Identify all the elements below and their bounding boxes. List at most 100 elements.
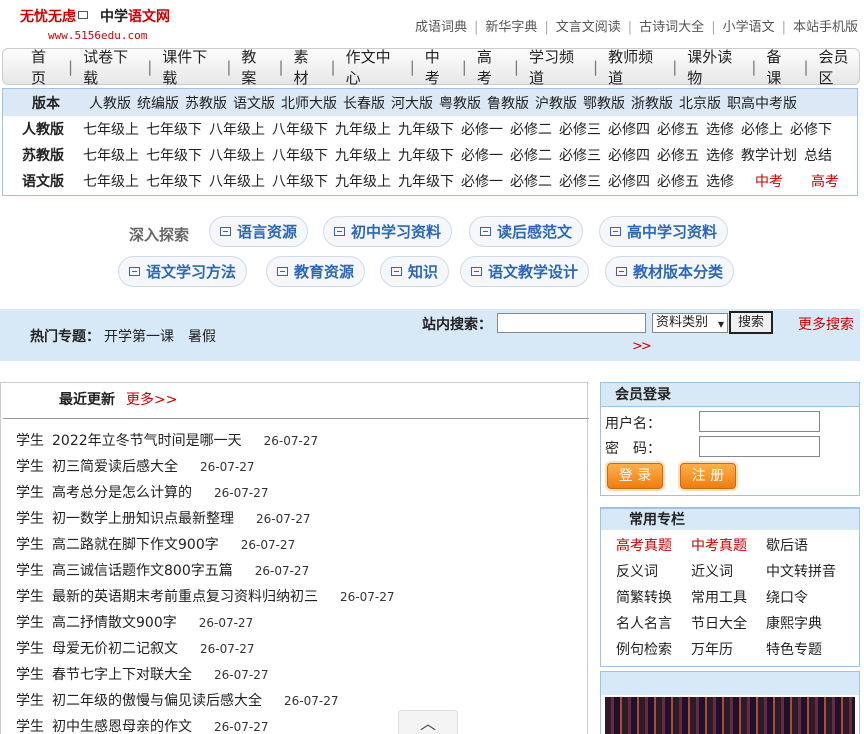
search-input[interactable] xyxy=(497,313,646,333)
grade-link[interactable]: 八年级下 xyxy=(272,145,328,165)
nav-item[interactable]: 教案 xyxy=(241,46,268,88)
more-search-link[interactable]: 更多搜索 xyxy=(798,314,854,334)
item-tag[interactable]: 学生 xyxy=(16,433,44,449)
grade-link[interactable]: 选修 xyxy=(706,145,734,165)
list-item[interactable]: 学生 春节七字上下对联大全 26-07-27 xyxy=(16,664,576,690)
top-link[interactable]: 成语词典 xyxy=(415,20,467,35)
tool-link[interactable]: 名人名言 xyxy=(616,613,672,633)
version-link[interactable]: 粤教版 xyxy=(439,93,481,113)
grade-link[interactable]: 必修二 xyxy=(510,119,552,139)
list-item[interactable]: 学生 初一数学上册知识点最新整理 26-07-27 xyxy=(16,508,576,534)
item-tag[interactable]: 学生 xyxy=(16,615,44,631)
grade-link[interactable]: 必修四 xyxy=(608,171,650,191)
version-link[interactable]: 长春版 xyxy=(343,93,385,113)
ad-image[interactable] xyxy=(605,697,855,734)
grade-link[interactable]: 必修三 xyxy=(559,119,601,139)
version-link[interactable]: 人教版 xyxy=(89,93,131,113)
nav-item[interactable]: 会员区 xyxy=(819,46,860,88)
version-link[interactable]: 鲁教版 xyxy=(487,93,529,113)
grade-link[interactable]: 必修上 xyxy=(741,119,783,139)
grade-link[interactable]: 八年级下 xyxy=(272,119,328,139)
grade-link[interactable]: 必修一 xyxy=(461,119,503,139)
item-tag[interactable]: 学生 xyxy=(16,459,44,475)
grade-link[interactable]: 必修下 xyxy=(790,119,832,139)
explore-pill[interactable]: 初中学习资料 xyxy=(323,216,453,247)
nav-item[interactable]: 作文中心 xyxy=(346,46,400,88)
list-item[interactable]: 学生 高二抒情散文900字 26-07-27 xyxy=(16,612,576,638)
grade-link[interactable]: 九年级上 xyxy=(335,145,391,165)
grade-link[interactable]: 七年级上 xyxy=(83,119,139,139)
list-item[interactable]: 学生 高三诚信话题作文800字五篇 26-07-27 xyxy=(16,560,576,586)
version-link[interactable]: 浙教版 xyxy=(631,93,673,113)
list-item[interactable]: 学生 高二路就在脚下作文900字 26-07-27 xyxy=(16,534,576,560)
item-tag[interactable]: 学生 xyxy=(16,667,44,683)
version-link[interactable]: 鄂教版 xyxy=(583,93,625,113)
grade-link[interactable]: 必修五 xyxy=(657,171,699,191)
tool-link[interactable]: 中文转拼音 xyxy=(766,561,836,581)
item-title[interactable]: 2022年立冬节气时间是哪一天 xyxy=(52,433,242,449)
tool-link[interactable]: 绕口令 xyxy=(766,587,808,607)
grade-link[interactable]: 教学计划 xyxy=(741,145,797,165)
tool-link[interactable]: 歇后语 xyxy=(766,535,808,555)
list-item[interactable]: 学生 最新的英语期末考前重点复习资料归纳初三 26-07-27 xyxy=(16,586,576,612)
explore-pill[interactable]: 教育资源 xyxy=(266,256,366,287)
item-tag[interactable]: 学生 xyxy=(16,589,44,605)
nav-item[interactable]: 教师频道 xyxy=(608,46,662,88)
tool-link[interactable]: 康熙字典 xyxy=(766,613,822,633)
nav-item[interactable]: 课件下载 xyxy=(162,46,216,88)
grade-link[interactable]: 必修一 xyxy=(461,145,503,165)
tool-link[interactable]: 常用工具 xyxy=(691,587,747,607)
grade-link[interactable]: 必修三 xyxy=(559,145,601,165)
grade-link[interactable]: 九年级下 xyxy=(398,119,454,139)
tool-link[interactable]: 特色专题 xyxy=(766,639,822,659)
grade-link[interactable]: 七年级下 xyxy=(146,145,202,165)
grade-link[interactable]: 必修四 xyxy=(608,119,650,139)
top-link[interactable]: 新华字典 xyxy=(485,20,537,35)
nav-item[interactable]: 中考 xyxy=(425,46,452,88)
hot-topic-link[interactable]: 暑假 xyxy=(188,329,216,345)
version-link[interactable]: 河大版 xyxy=(391,93,433,113)
tool-link[interactable]: 反义词 xyxy=(616,561,658,581)
explore-pill[interactable]: 语言资源 xyxy=(209,216,309,247)
grade-link[interactable]: 九年级上 xyxy=(335,171,391,191)
exam-link[interactable]: 高考 xyxy=(811,171,839,191)
item-title[interactable]: 母爱无价初二记叙文 xyxy=(52,641,178,657)
tool-link[interactable]: 节日大全 xyxy=(691,613,747,633)
top-link[interactable]: 文言文阅读 xyxy=(556,20,621,35)
item-title[interactable]: 最新的英语期末考前重点复习资料归纳初三 xyxy=(52,589,318,605)
grade-link[interactable]: 八年级上 xyxy=(209,145,265,165)
nav-item[interactable]: 试卷下载 xyxy=(83,46,137,88)
version-link[interactable]: 苏教版 xyxy=(185,93,227,113)
nav-item[interactable]: 学习频道 xyxy=(529,46,583,88)
nav-item[interactable]: 备课 xyxy=(766,46,793,88)
grade-link[interactable]: 八年级上 xyxy=(209,171,265,191)
list-item[interactable]: 学生 2022年立冬节气时间是哪一天 26-07-27 xyxy=(16,430,576,456)
grade-link[interactable]: 必修一 xyxy=(461,171,503,191)
tool-link[interactable]: 近义词 xyxy=(691,561,733,581)
item-title[interactable]: 初三简爱读后感大全 xyxy=(52,459,178,475)
explore-pill[interactable]: 语文教学设计 xyxy=(460,256,590,287)
item-title[interactable]: 春节七字上下对联大全 xyxy=(52,667,192,683)
item-title[interactable]: 高三诚信话题作文800字五篇 xyxy=(52,563,233,579)
grade-link[interactable]: 必修三 xyxy=(559,171,601,191)
version-link[interactable]: 职高中考版 xyxy=(727,93,797,113)
explore-pill[interactable]: 教材版本分类 xyxy=(605,256,735,287)
grade-link[interactable]: 七年级下 xyxy=(146,119,202,139)
list-item[interactable]: 学生 初中生感恩母亲的作文 26-07-27 xyxy=(16,716,576,734)
item-title[interactable]: 高考总分是怎么计算的 xyxy=(52,485,192,501)
version-link[interactable]: 北师大版 xyxy=(281,93,337,113)
version-link[interactable]: 统编版 xyxy=(137,93,179,113)
top-link[interactable]: 古诗词大全 xyxy=(639,20,704,35)
explore-pill[interactable]: 知识 xyxy=(380,256,450,287)
grade-link[interactable]: 八年级下 xyxy=(272,171,328,191)
grade-link[interactable]: 选修 xyxy=(706,119,734,139)
register-button[interactable]: 注 册 xyxy=(680,463,736,489)
tool-link[interactable]: 中考真题 xyxy=(691,535,747,555)
grade-link[interactable]: 必修四 xyxy=(608,145,650,165)
explore-pill[interactable]: 高中学习资料 xyxy=(599,216,729,247)
exam-link[interactable]: 中考 xyxy=(755,171,783,191)
grade-link[interactable]: 九年级下 xyxy=(398,145,454,165)
item-title[interactable]: 初二年级的傲慢与偏见读后感大全 xyxy=(52,693,262,709)
grade-link[interactable]: 必修二 xyxy=(510,171,552,191)
grade-link[interactable]: 九年级下 xyxy=(398,171,454,191)
